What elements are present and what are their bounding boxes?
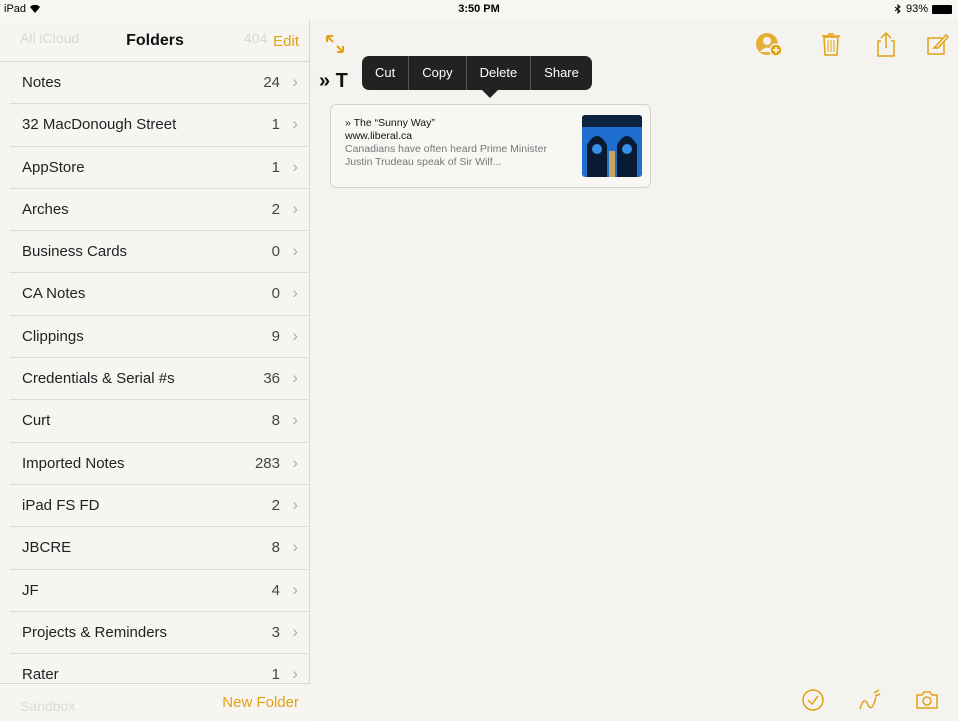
ghost-folder-sandbox: Sandbox: [20, 698, 76, 714]
folder-row[interactable]: Imported Notes 283 ›: [10, 443, 310, 485]
note-title[interactable]: » T: [319, 70, 348, 93]
folder-name: Notes: [22, 74, 62, 91]
share-icon[interactable]: [872, 30, 900, 58]
edit-button[interactable]: Edit: [273, 33, 299, 50]
folder-count: 4: [271, 581, 280, 599]
folder-count: 2: [271, 496, 280, 514]
delete-menu-item[interactable]: Delete: [467, 56, 532, 90]
status-right: 93%: [894, 3, 952, 15]
edit-menu-popover: Cut Copy Delete Share: [362, 56, 592, 90]
folder-count: 1: [271, 666, 280, 684]
folder-name: JF: [22, 581, 39, 599]
chevron-right-icon: ›: [292, 494, 298, 514]
folder-name: Business Cards: [22, 243, 128, 261]
trash-icon[interactable]: [817, 30, 845, 58]
popover-arrow: [482, 90, 498, 98]
bluetooth-icon: [894, 4, 901, 14]
camera-icon[interactable]: [914, 687, 940, 713]
folder-count: 1: [271, 116, 280, 134]
chevron-right-icon: ›: [292, 325, 298, 345]
folder-count: 8: [271, 539, 280, 557]
folder-row[interactable]: Notes 24 ›: [10, 62, 310, 105]
chevron-right-icon: ›: [292, 621, 298, 641]
chevron-right-icon: ›: [292, 579, 298, 599]
folder-name: Rater: [22, 666, 59, 684]
folder-row[interactable]: iPad FS FD 2 ›: [10, 485, 310, 528]
chevron-right-icon: ›: [292, 410, 298, 430]
link-thumbnail-image: [582, 115, 642, 177]
share-menu-item[interactable]: Share: [531, 56, 592, 90]
folder-count: 36: [263, 370, 280, 388]
folder-name: JBCRE: [22, 539, 72, 557]
folder-name: Imported Notes: [22, 454, 125, 472]
folder-name: iPad FS FD: [22, 496, 100, 514]
folder-row[interactable]: Curt 8 ›: [10, 400, 310, 443]
folder-name: Curt: [22, 412, 51, 430]
folder-count: 24: [263, 74, 280, 91]
checklist-icon[interactable]: [800, 687, 826, 713]
folder-row[interactable]: JF 4 ›: [10, 570, 310, 612]
link-title: » The “Sunny Way”: [345, 117, 435, 129]
folder-row[interactable]: Clippings 9 ›: [10, 316, 310, 359]
link-url: www.liberal.ca: [345, 130, 413, 142]
folder-name: Projects & Reminders: [22, 623, 168, 641]
chevron-right-icon: ›: [292, 198, 298, 218]
folder-name: 32 MacDonough Street: [22, 116, 177, 134]
folder-count: 1: [271, 158, 280, 176]
folder-row[interactable]: Business Cards 0 ›: [10, 231, 310, 274]
battery-percent: 93%: [905, 3, 928, 15]
folder-name: Arches: [22, 200, 69, 218]
folder-list: Notes 24 › 32 MacDonough Street 1 › AppS…: [0, 62, 310, 697]
chevron-right-icon: ›: [292, 241, 298, 261]
new-folder-button[interactable]: New Folder: [222, 694, 299, 711]
chevron-right-icon: ›: [292, 664, 298, 684]
folder-name: Credentials & Serial #s: [22, 370, 175, 388]
chevron-right-icon: ›: [292, 283, 298, 303]
link-preview-card[interactable]: » The “Sunny Way” www.liberal.ca Canadia…: [330, 104, 651, 188]
add-person-icon[interactable]: [755, 30, 783, 58]
battery-icon: [932, 4, 952, 14]
compose-icon[interactable]: [922, 30, 950, 58]
status-bar: iPad 3:50 PM 93%: [0, 0, 958, 20]
folder-name: AppStore: [22, 158, 85, 176]
chevron-right-icon: ›: [292, 368, 298, 388]
folder-name: Clippings: [22, 327, 84, 345]
folder-count: 0: [271, 243, 280, 261]
copy-menu-item[interactable]: Copy: [409, 56, 467, 90]
folder-count: 3: [271, 623, 280, 641]
folder-row[interactable]: Arches 2 ›: [10, 189, 310, 232]
cut-menu-item[interactable]: Cut: [362, 56, 410, 90]
sidebar-title: Folders: [126, 32, 184, 49]
folder-count: 9: [271, 327, 280, 345]
folder-count: 0: [271, 285, 280, 303]
folder-row[interactable]: 32 MacDonough Street 1 ›: [10, 104, 310, 147]
folder-row[interactable]: CA Notes 0 ›: [10, 273, 310, 316]
sidebar-header: All iCloud 404 Folders Edit: [0, 20, 310, 62]
sketch-icon[interactable]: [856, 687, 882, 713]
chevron-right-icon: ›: [292, 72, 298, 91]
sidebar-footer: Sandbox New Folder: [0, 683, 310, 721]
folder-row[interactable]: AppStore 1 ›: [10, 147, 310, 189]
link-description: Canadians have often heard Prime Ministe…: [345, 143, 547, 168]
status-time: 3:50 PM: [458, 3, 500, 15]
folder-name: CA Notes: [22, 285, 86, 303]
folder-count: 283: [254, 454, 280, 472]
folder-row[interactable]: JBCRE 8 ›: [10, 527, 310, 570]
folders-sidebar: All iCloud 404 Folders Edit Notes 24 › 3…: [0, 20, 310, 721]
folder-row[interactable]: Projects & Reminders 3 ›: [10, 612, 310, 655]
chevron-right-icon: ›: [292, 452, 298, 472]
chevron-right-icon: ›: [292, 114, 298, 134]
folder-count: 8: [271, 412, 280, 430]
folder-count: 2: [271, 200, 280, 218]
folder-row[interactable]: Credentials & Serial #s 36 ›: [10, 358, 310, 401]
note-editor: » T Cut Copy Delete Share » The “Sunny W…: [311, 20, 958, 721]
chevron-right-icon: ›: [292, 156, 298, 176]
chevron-right-icon: ›: [292, 537, 298, 557]
expand-icon[interactable]: [323, 32, 347, 56]
